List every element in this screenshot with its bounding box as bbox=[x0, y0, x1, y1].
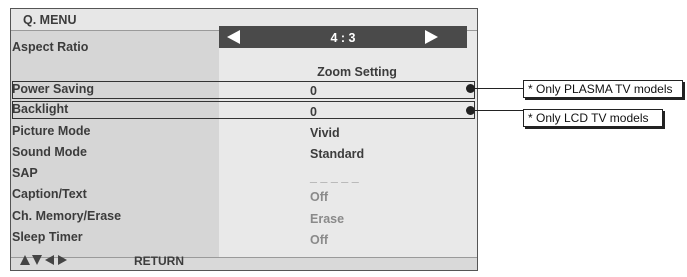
menu-item-picture-mode[interactable]: Picture Mode bbox=[12, 124, 91, 138]
callout-line-lcd bbox=[471, 110, 523, 111]
aspect-ratio-label: Aspect Ratio bbox=[12, 40, 89, 54]
menu-footer bbox=[11, 258, 477, 270]
callout-plasma-only: * Only PLASMA TV models bbox=[523, 80, 683, 98]
arrow-right-icon[interactable] bbox=[425, 30, 438, 44]
sleep-timer-value: Off bbox=[310, 233, 329, 247]
menu-item-power-saving[interactable]: Power Saving bbox=[12, 82, 94, 96]
arrow-keys-icon bbox=[18, 252, 74, 268]
callout-line-plasma bbox=[471, 88, 523, 89]
caption-text-value: Off bbox=[310, 190, 329, 204]
ch-memory-erase-value: Erase bbox=[310, 212, 345, 226]
backlight-highlight bbox=[12, 101, 475, 119]
zoom-setting-option[interactable]: Zoom Setting bbox=[302, 65, 412, 79]
menu-item-sound-mode[interactable]: Sound Mode bbox=[12, 145, 87, 159]
callout-lcd-only: * Only LCD TV models bbox=[523, 109, 663, 127]
menu-item-ch-memory-erase[interactable]: Ch. Memory/Erase bbox=[12, 209, 121, 223]
backlight-value: 0 bbox=[310, 105, 317, 119]
menu-item-caption-text[interactable]: Caption/Text bbox=[12, 187, 87, 201]
labels-column bbox=[11, 31, 219, 257]
menu-item-sleep-timer[interactable]: Sleep Timer bbox=[12, 230, 83, 244]
menu-item-backlight[interactable]: Backlight bbox=[12, 102, 68, 116]
return-label[interactable]: RETURN bbox=[134, 254, 184, 268]
sap-value: _ _ _ _ _ bbox=[310, 170, 359, 184]
menu-item-sap[interactable]: SAP bbox=[12, 166, 38, 180]
picture-mode-value: Vivid bbox=[310, 126, 340, 140]
sound-mode-value: Standard bbox=[310, 147, 365, 161]
power-saving-value: 0 bbox=[310, 84, 317, 98]
